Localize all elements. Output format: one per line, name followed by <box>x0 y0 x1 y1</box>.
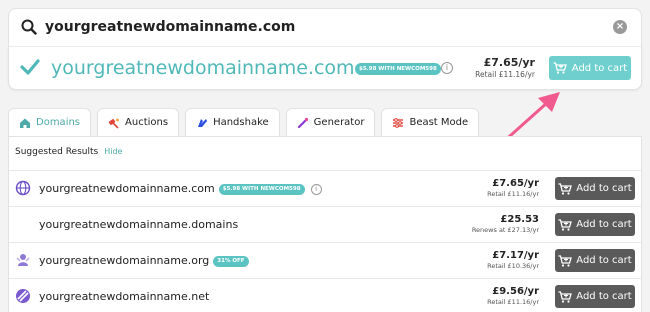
row-price: £7.65/yr Retail £11.16/yr <box>487 178 539 198</box>
info-icon[interactable]: i <box>441 62 453 74</box>
add-to-cart-label: Add to cart <box>576 219 632 230</box>
featured-result: yourgreatnewdomainname.com $5.98 WITH NE… <box>8 46 642 90</box>
featured-price: £7.65/yr Retail £11.16/yr <box>475 56 535 79</box>
net-icon <box>16 289 30 303</box>
row-price: £9.56/yr Retail £11.16/yr <box>487 286 539 306</box>
add-to-cart-button[interactable]: Add to cart <box>555 249 635 272</box>
add-to-cart-label: Add to cart <box>571 62 628 74</box>
row-price: £25.53 Renews at £27.13/yr <box>472 214 539 234</box>
beast-mode-icon <box>393 117 404 128</box>
price-value: £7.17/yr <box>492 250 539 261</box>
tab-handshake[interactable]: Handshake <box>185 108 280 136</box>
row-price: £7.17/yr Retail £10.36/yr <box>487 250 539 270</box>
price-value: £25.53 <box>500 214 539 225</box>
retail-price: Retail £11.16/yr <box>487 190 539 198</box>
cart-icon <box>558 290 573 303</box>
domain-name: yourgreatnewdomainname.org 31% OFF <box>39 254 249 267</box>
results-header: Suggested Results Hide <box>15 147 122 157</box>
handshake-icon <box>198 118 208 127</box>
domain-name: yourgreatnewdomainname.domains <box>39 218 239 231</box>
tab-beast-mode[interactable]: Beast Mode <box>381 108 480 136</box>
cart-icon <box>558 218 573 231</box>
clear-search-icon[interactable]: × <box>613 20 627 34</box>
promo-badge: $5.98 WITH NEWCOM598 <box>218 184 305 195</box>
info-icon[interactable]: i <box>310 184 322 195</box>
tab-label: Auctions <box>125 117 169 128</box>
search-tabs: Domains Auctions Handshake Generator Bea… <box>8 108 480 136</box>
cart-icon <box>558 182 573 195</box>
add-to-cart-button[interactable]: Add to cart <box>555 177 635 200</box>
tab-label: Domains <box>36 117 81 128</box>
featured-add-to-cart-button[interactable]: Add to cart <box>549 56 631 80</box>
generator-icon <box>297 117 308 128</box>
globe-icon <box>15 180 31 196</box>
add-to-cart-button[interactable]: Add to cart <box>555 213 635 236</box>
promo-badge: $5.98 WITH NEWCOM598 <box>355 63 441 75</box>
result-row: yourgreatnewdomainname.domains £25.53 Re… <box>9 206 641 242</box>
results-title: Suggested Results <box>15 147 99 157</box>
search-input[interactable]: yourgreatnewdomainname.com <box>45 19 295 35</box>
hide-link[interactable]: Hide <box>104 147 122 156</box>
tab-label: Generator <box>313 117 365 128</box>
add-to-cart-button[interactable]: Add to cart <box>555 285 635 308</box>
search-icon <box>21 19 37 35</box>
checkmark-icon <box>20 59 40 75</box>
result-row: yourgreatnewdomainname.com $5.98 WITH NEW… <box>9 170 641 206</box>
tab-generator[interactable]: Generator <box>285 108 376 136</box>
featured-domain-name: yourgreatnewdomainname.com <box>51 57 355 79</box>
add-to-cart-label: Add to cart <box>576 183 632 194</box>
tab-domains[interactable]: Domains <box>8 108 92 136</box>
cart-icon <box>553 62 567 74</box>
retail-price: Retail £10.36/yr <box>487 262 539 270</box>
domain-name: yourgreatnewdomainname.net <box>39 290 210 303</box>
add-to-cart-label: Add to cart <box>576 291 632 302</box>
add-to-cart-label: Add to cart <box>576 255 632 266</box>
result-row: yourgreatnewdomainname.org 31% OFF £7.17/… <box>9 242 641 278</box>
search-bar[interactable]: yourgreatnewdomainname.com × <box>8 8 642 46</box>
price-value: £9.56/yr <box>492 286 539 297</box>
discount-badge: 31% OFF <box>213 256 249 267</box>
price-value: £7.65/yr <box>492 178 539 189</box>
tab-label: Beast Mode <box>409 117 469 128</box>
tab-auctions[interactable]: Auctions <box>97 108 180 136</box>
domain-text: yourgreatnewdomainname.org <box>39 254 210 267</box>
renewal-price: Renews at £27.13/yr <box>471 226 539 234</box>
retail-price: Retail £11.16/yr <box>475 70 535 79</box>
tab-label: Handshake <box>213 117 269 128</box>
auction-icon <box>108 118 119 129</box>
results-panel: Suggested Results Hide yourgreatnewdomain… <box>8 136 642 312</box>
result-row: yourgreatnewdomainname.net £9.56/yr Reta… <box>9 278 641 312</box>
org-icon <box>16 254 30 266</box>
cart-icon <box>558 254 573 267</box>
retail-price: Retail £11.16/yr <box>487 298 539 306</box>
home-icon <box>20 118 30 128</box>
domain-text: yourgreatnewdomainname.com <box>39 182 215 195</box>
price-value: £7.65/yr <box>483 56 535 69</box>
domain-name: yourgreatnewdomainname.com $5.98 WITH NEW… <box>39 182 322 195</box>
